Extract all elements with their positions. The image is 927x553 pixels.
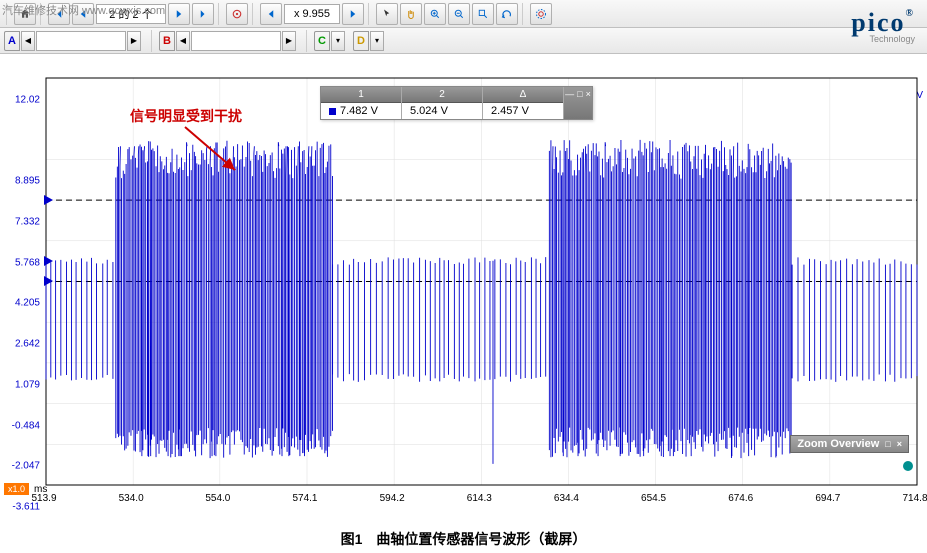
oscilloscope-plot[interactable]: 12.028.8957.3325.7684.2052.6421.079-0.48…	[0, 56, 927, 513]
channel-b-right-arrow[interactable]: ▶	[282, 31, 296, 51]
channel-b-label: B	[159, 31, 175, 51]
minimize-icon: —	[565, 89, 574, 99]
scale-badge: x1.0	[4, 483, 29, 495]
figure-caption: 图1 曲轴位置传感器信号波形（截屏）	[0, 529, 927, 549]
channel-d-label: D	[353, 31, 369, 51]
target-button[interactable]	[226, 3, 248, 25]
zoom-overview-label: Zoom Overview	[797, 438, 879, 450]
axis-marker-a[interactable]	[44, 256, 53, 266]
readout-col2-value: 5.024 V	[402, 103, 482, 119]
channel-c-label: C	[314, 31, 330, 51]
zoom-next-button[interactable]	[342, 3, 364, 25]
channel-c-block[interactable]: C ▾	[314, 31, 345, 51]
x-axis-unit: ms	[34, 484, 47, 495]
maximize-icon: □	[577, 89, 582, 99]
readout-col3-header: Δ	[483, 87, 563, 103]
channel-d-block[interactable]: D ▾	[353, 31, 384, 51]
readout-col3-value: 2.457 V	[483, 103, 563, 119]
settings-button[interactable]	[530, 3, 552, 25]
readout-col1-header: 1	[321, 87, 401, 103]
zoom-region-button[interactable]	[472, 3, 494, 25]
hand-tool-button[interactable]	[400, 3, 422, 25]
readout-col2-header: 2	[402, 87, 482, 103]
pointer-tool-button[interactable]	[376, 3, 398, 25]
readout-col1-value: 7.482 V	[321, 103, 401, 119]
zoom-field[interactable]	[284, 4, 340, 24]
undo-zoom-button[interactable]	[496, 3, 518, 25]
buffer-last-button[interactable]	[192, 3, 214, 25]
channel-a-left-arrow[interactable]: ◀	[21, 31, 35, 51]
maximize-icon[interactable]: □	[885, 439, 890, 449]
channel-c-dropdown[interactable]: ▾	[331, 31, 345, 51]
watermark-text: 汽车维修技术网 www.qcwxjs.com	[2, 2, 165, 18]
trigger-marker[interactable]	[903, 461, 913, 471]
zoom-overview-panel[interactable]: Zoom Overview □ ×	[790, 435, 909, 453]
channel-b-block[interactable]: B ◀ ▶	[159, 31, 296, 51]
brand-logo: pico® Technology	[851, 8, 915, 44]
buffer-next-button[interactable]	[168, 3, 190, 25]
readout-controls[interactable]: —□ ×	[564, 87, 592, 119]
channel-a-label: A	[4, 31, 20, 51]
zoom-in-button[interactable]	[424, 3, 446, 25]
cursor-marker-1[interactable]	[44, 195, 53, 205]
channel-a-range-field[interactable]	[36, 31, 126, 51]
cursor-marker-2[interactable]	[44, 276, 53, 286]
close-icon[interactable]: ×	[897, 439, 902, 449]
zoom-prev-button[interactable]	[260, 3, 282, 25]
measurement-readout[interactable]: 1 7.482 V 2 5.024 V Δ 2.457 V —□ ×	[320, 86, 593, 120]
channel-a-right-arrow[interactable]: ▶	[127, 31, 141, 51]
close-icon: ×	[586, 89, 591, 99]
channel-b-range-field[interactable]	[191, 31, 281, 51]
annotation-arrow	[180, 122, 260, 182]
channel-d-dropdown[interactable]: ▾	[370, 31, 384, 51]
zoom-out-button[interactable]	[448, 3, 470, 25]
channel-a-block[interactable]: A ◀ ▶	[4, 31, 141, 51]
channel-b-left-arrow[interactable]: ◀	[176, 31, 190, 51]
channel-toolbar: A ◀ ▶ B ◀ ▶ C ▾ D ▾	[0, 28, 927, 54]
